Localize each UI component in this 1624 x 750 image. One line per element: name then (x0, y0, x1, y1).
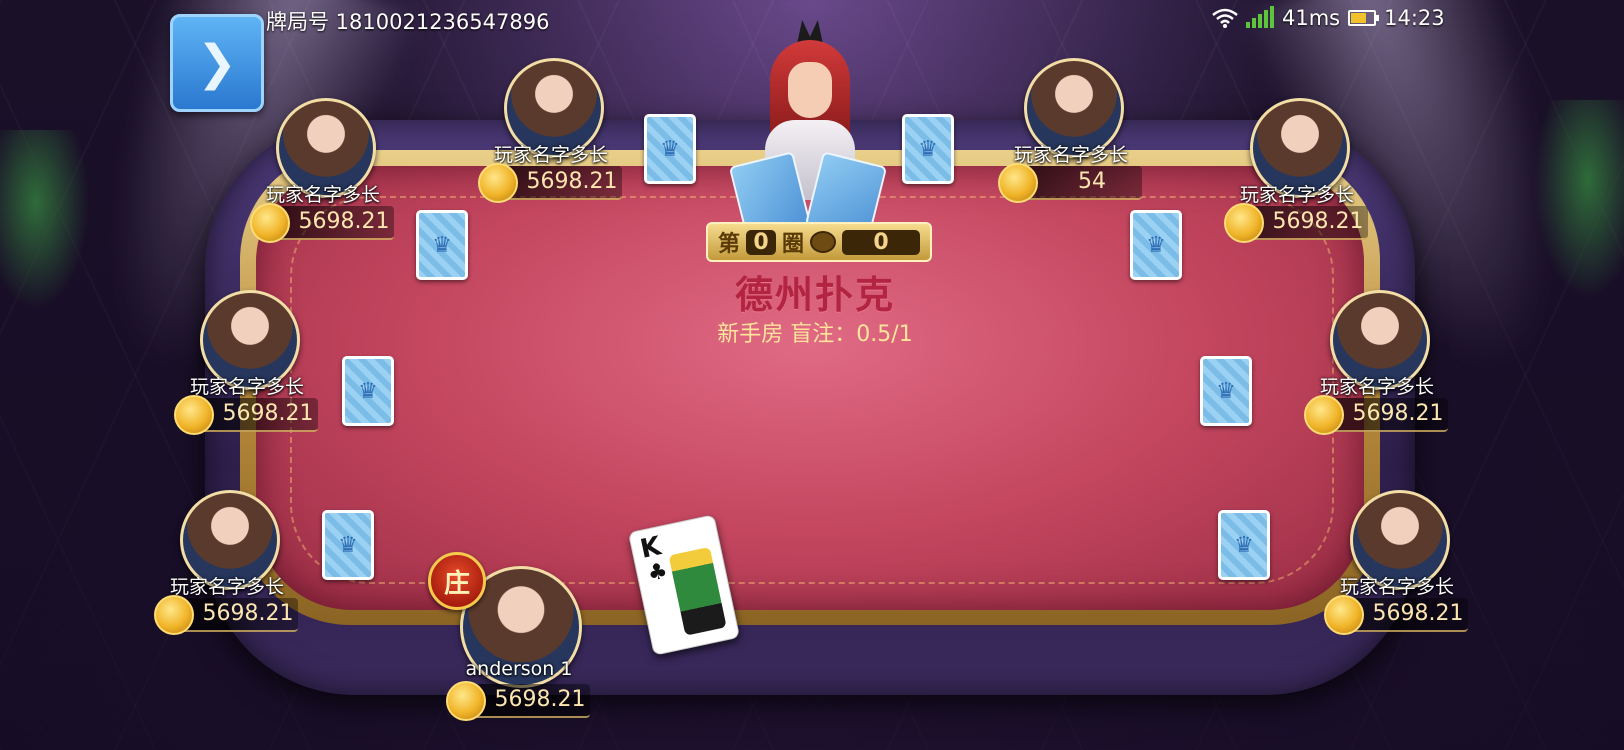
player-seat[interactable]: 玩家名字多长 5698.21 (152, 490, 302, 640)
card-back: ♛ (1218, 510, 1270, 580)
plant-decor-right (1534, 100, 1624, 300)
player-seat[interactable]: 玩家名字多长 5698.21 (1302, 290, 1452, 440)
card-back: ♛ (322, 510, 374, 580)
coin-icon (174, 395, 214, 435)
card-back: ♛ (902, 114, 954, 184)
round-prefix: 第 (718, 232, 741, 257)
plant-decor-left (0, 130, 90, 310)
chip-balance: 5698.21 (1324, 595, 1468, 635)
coin-icon (154, 595, 194, 635)
dealer-avatar (728, 20, 888, 241)
round-panel: 第 0 圈 0 (706, 222, 932, 262)
wifi-icon (1212, 8, 1238, 28)
player-seat[interactable]: 玩家名字多长 5698.21 (1322, 490, 1472, 640)
player-seat[interactable]: 玩家名字多长 54 (996, 58, 1146, 208)
signal-icon (1246, 6, 1274, 28)
card-back: ♛ (644, 114, 696, 184)
coin-icon (1224, 203, 1264, 243)
chip-balance: 5698.21 (250, 203, 394, 243)
chip-balance: 5698.21 (446, 681, 590, 721)
player-seat[interactable]: 玩家名字多长 5698.21 (476, 58, 626, 208)
banker-badge: 庄 (428, 552, 486, 610)
coin-icon (998, 163, 1038, 203)
coin-icon (1304, 395, 1344, 435)
latency-text: 41ms (1282, 6, 1341, 30)
player-seat[interactable]: 玩家名字多长 5698.21 (1222, 98, 1372, 248)
clock-text: 14:23 (1384, 6, 1445, 30)
game-title: 德州扑克 (734, 273, 895, 317)
club-suit-icon: ♣ (645, 558, 670, 587)
card-back: ♛ (1200, 356, 1252, 426)
player-name: anderson 1 (465, 658, 573, 680)
blind-info: 新手房 盲注：0.5/1 (717, 322, 913, 347)
chevron-right-icon: ❯ (196, 35, 238, 91)
player-seat[interactable]: 玩家名字多长 5698.21 (172, 290, 322, 440)
status-bar: 41ms 14:23 (1212, 6, 1445, 30)
room-id-label: 牌局号 1810021236547896 (266, 10, 550, 34)
pot-value: 0 (842, 229, 920, 255)
coin-icon (478, 163, 518, 203)
chip-balance: 5698.21 (154, 595, 298, 635)
coin-icon (1324, 595, 1364, 635)
king-figure (668, 546, 727, 636)
round-suffix: 圈 (782, 232, 805, 257)
chip-balance: 5698.21 (174, 395, 318, 435)
round-number: 0 (746, 229, 777, 255)
coin-icon (446, 681, 486, 721)
card-back: ♛ (342, 356, 394, 426)
chip-balance: 54 (998, 163, 1142, 203)
chip-balance: 5698.21 (1304, 395, 1448, 435)
chip-balance: 5698.21 (478, 163, 622, 203)
player-seat[interactable]: 玩家名字多长 5698.21 (248, 98, 398, 248)
chip-balance: 5698.21 (1224, 203, 1368, 243)
card-back: ♛ (1130, 210, 1182, 280)
chip-stack-icon (810, 231, 837, 253)
card-back: ♛ (416, 210, 468, 280)
battery-icon (1348, 10, 1380, 26)
coin-icon (250, 203, 290, 243)
